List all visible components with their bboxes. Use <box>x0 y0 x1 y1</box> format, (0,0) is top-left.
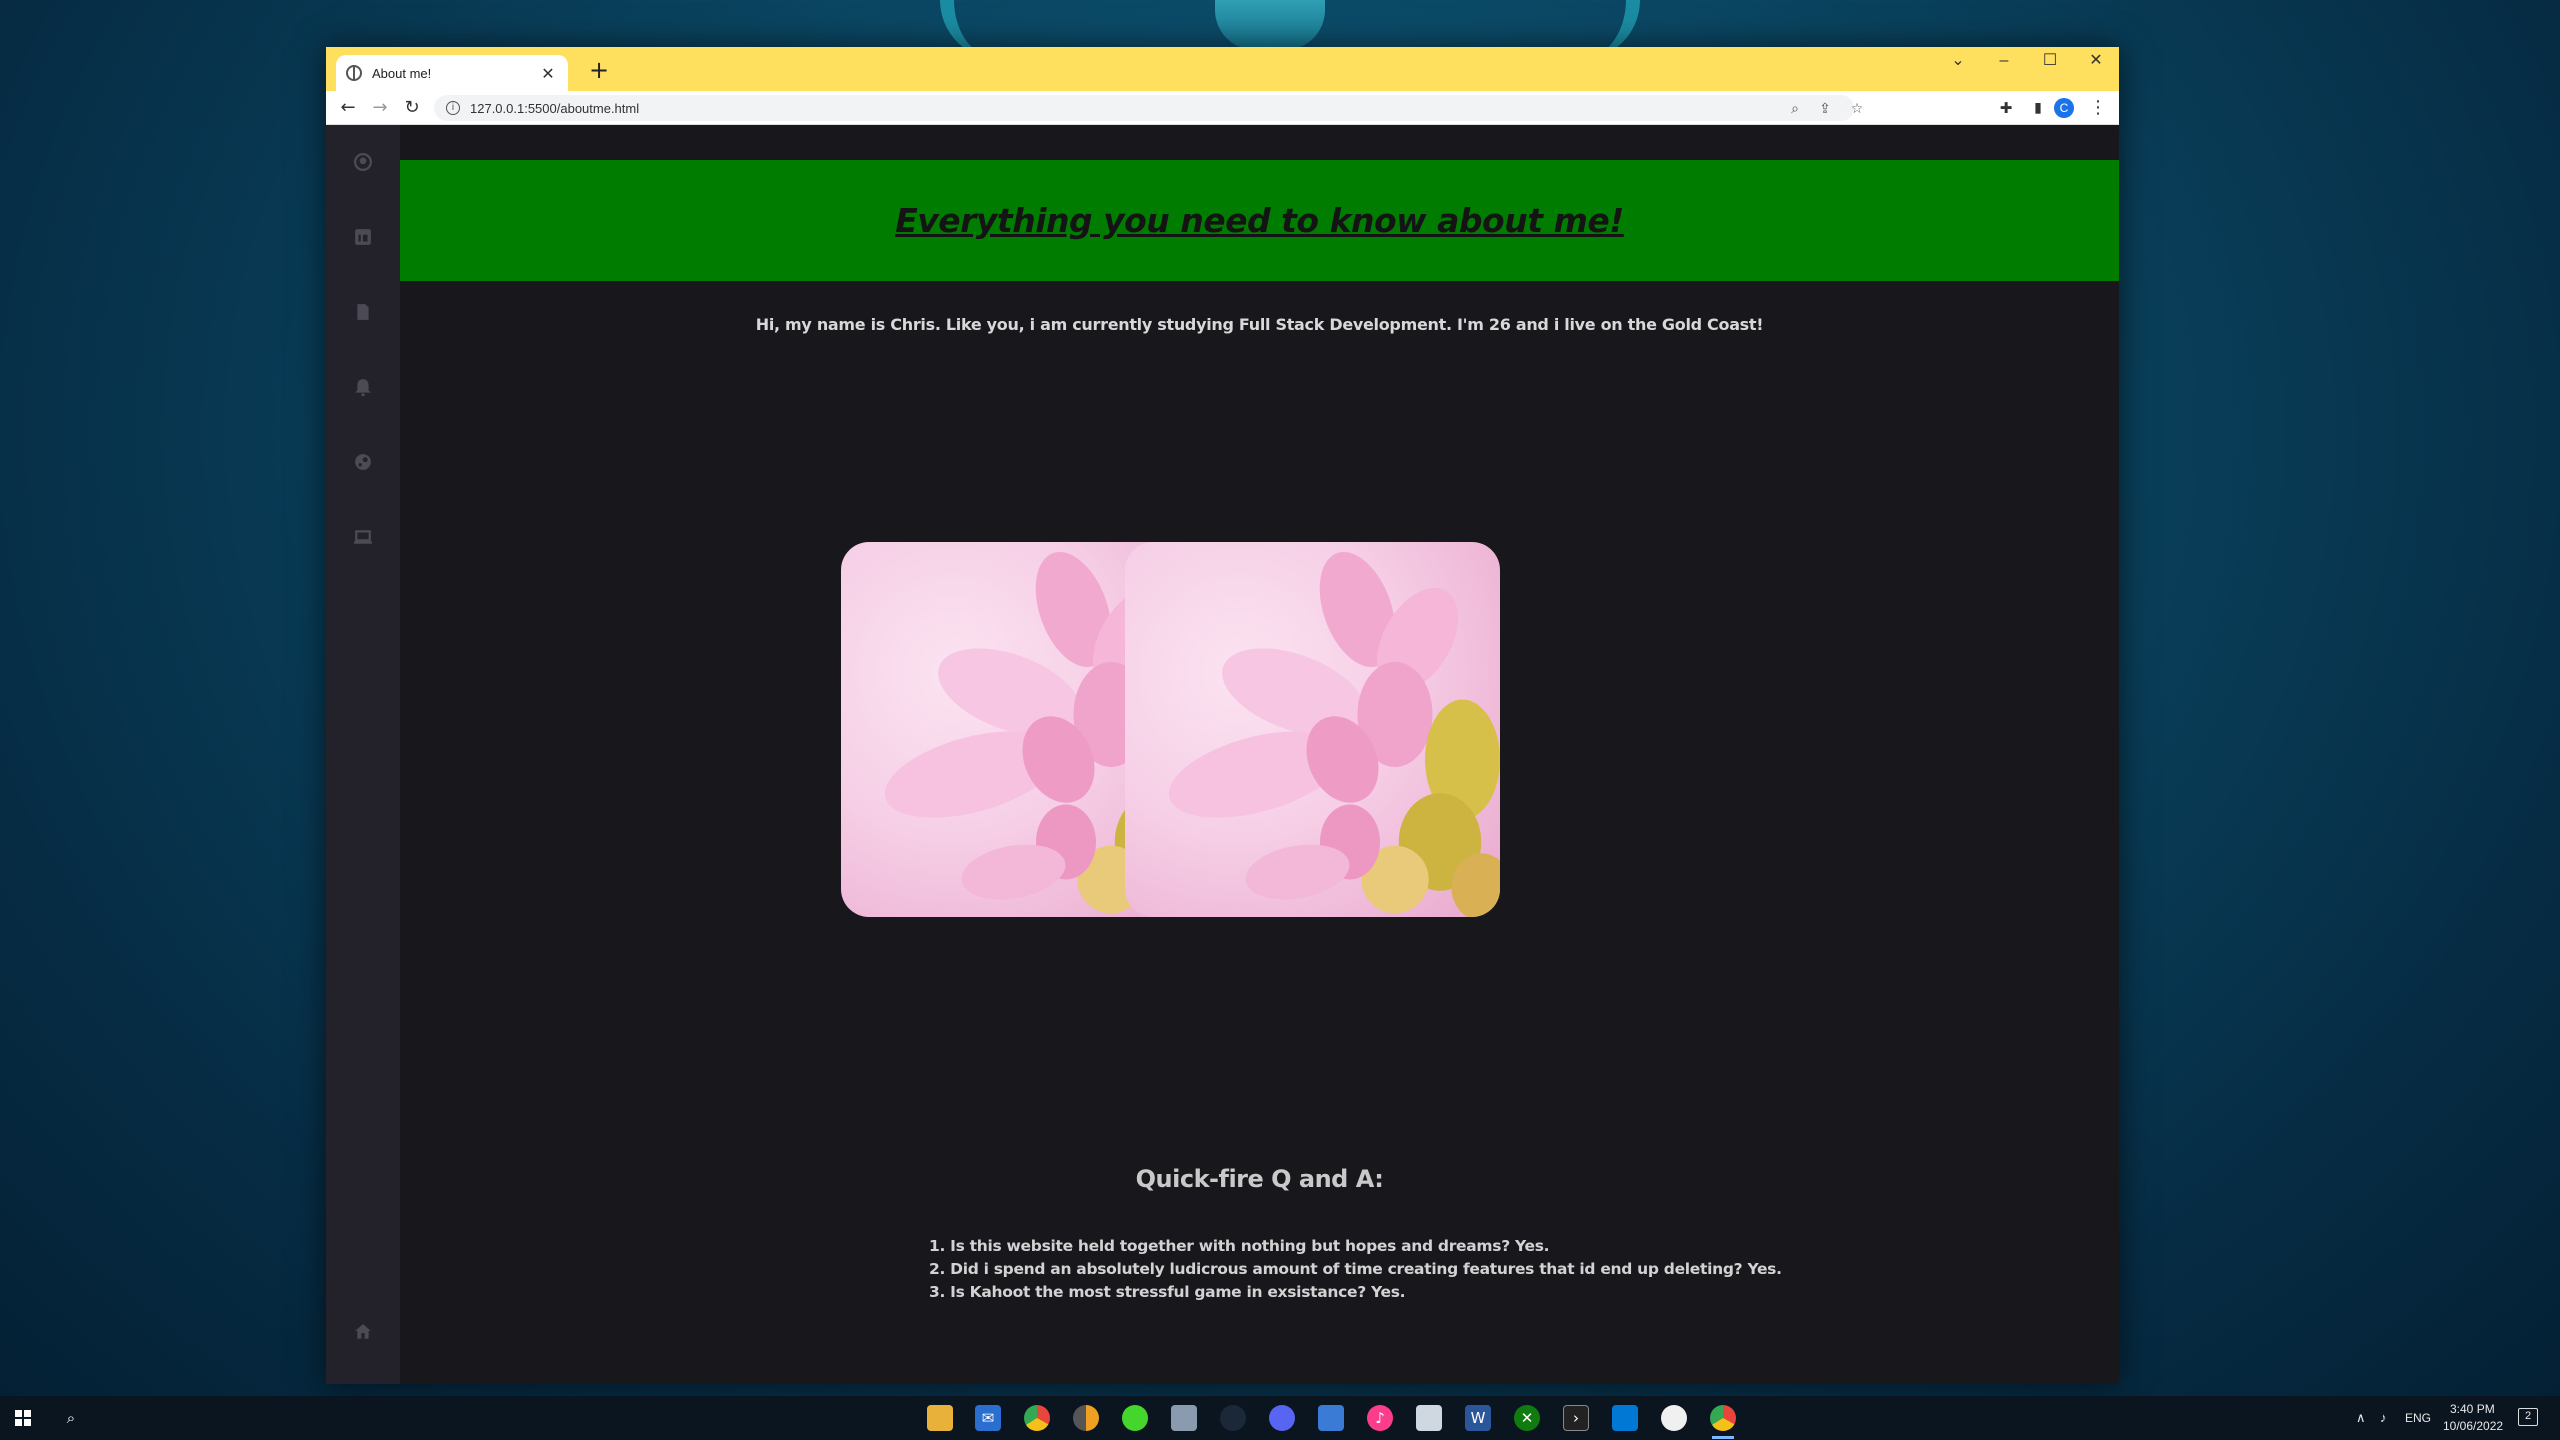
qa-heading: Quick-fire Q and A: <box>1135 1165 1384 1193</box>
side-panel-icon[interactable]: ▮ <box>2024 94 2052 122</box>
browser-window: About me! ✕ + ⌄ – ☐ ✕ ← → ↻ i 127.0.0.1:… <box>326 47 2119 1384</box>
profile-avatar[interactable]: C <box>2054 98 2074 118</box>
tab-title: About me! <box>372 65 432 81</box>
steam-icon[interactable] <box>348 447 378 477</box>
file-explorer-icon[interactable] <box>927 1405 953 1431</box>
chrome-icon[interactable] <box>1024 1405 1050 1431</box>
tab-search-button[interactable]: ⌄ <box>1935 47 1981 77</box>
globe-icon <box>346 65 362 81</box>
flower-image <box>1125 542 1500 917</box>
taskbar: ⌕ ✉ ♪ W ✕ › ∧ ♪ ENG 3:40 PM 10/06/2022 2 <box>0 1396 2560 1440</box>
vscode-icon[interactable] <box>1612 1405 1638 1431</box>
app-icon[interactable] <box>1171 1405 1197 1431</box>
share-icon[interactable]: ⇪ <box>1814 98 1836 120</box>
clock-date[interactable]: 10/06/2022 <box>2443 1419 2503 1433</box>
mail-icon[interactable]: ✉ <box>975 1405 1001 1431</box>
qa-list: 1. Is this website held together with no… <box>929 1235 1782 1304</box>
tab-close-button[interactable]: ✕ <box>538 64 558 83</box>
notification-center-icon[interactable]: 2 <box>2518 1408 2538 1426</box>
zoom-icon[interactable]: ⌕ <box>1784 98 1806 120</box>
github-icon[interactable] <box>348 147 378 177</box>
address-bar[interactable]: i 127.0.0.1:5500/aboutme.html ⌕ ⇪ ☆ <box>434 95 1863 121</box>
new-tab-button[interactable]: + <box>584 55 614 85</box>
page-title: Everything you need to know about me! <box>895 201 1624 240</box>
page-content: Everything you need to know about me! Hi… <box>326 125 2119 1384</box>
document-icon[interactable] <box>348 297 378 327</box>
volume-icon[interactable]: ♪ <box>2380 1410 2387 1425</box>
qa-item: 3. Is Kahoot the most stressful game in … <box>929 1283 1406 1301</box>
language-indicator[interactable]: ENG <box>2405 1411 2431 1425</box>
steam-icon[interactable] <box>1220 1405 1246 1431</box>
sidebar <box>326 125 400 1384</box>
menu-kebab-icon[interactable]: ⋮ <box>2084 94 2112 122</box>
extensions-icon[interactable]: ✚ <box>1992 94 2020 122</box>
back-button[interactable]: ← <box>334 94 362 122</box>
page-banner: Everything you need to know about me! <box>400 160 2119 281</box>
qa-item: 1. Is this website held together with no… <box>929 1237 1550 1255</box>
chrome-active-icon[interactable] <box>1710 1405 1736 1439</box>
word-icon[interactable]: W <box>1465 1405 1491 1431</box>
app-icon[interactable] <box>1661 1405 1687 1431</box>
itunes-icon[interactable]: ♪ <box>1367 1405 1393 1431</box>
discord-icon[interactable] <box>1269 1405 1295 1431</box>
maximize-button[interactable]: ☐ <box>2027 47 2073 77</box>
minimize-button[interactable]: – <box>1981 47 2027 77</box>
forward-button[interactable]: → <box>366 94 394 122</box>
laptop-icon[interactable] <box>348 522 378 552</box>
app-icon[interactable] <box>1318 1405 1344 1431</box>
reload-button[interactable]: ↻ <box>398 94 426 122</box>
chrome-canary-icon[interactable] <box>1073 1405 1099 1431</box>
browser-toolbar: ← → ↻ i 127.0.0.1:5500/aboutme.html ⌕ ⇪ … <box>326 91 2119 125</box>
bookmark-star-icon[interactable]: ☆ <box>1846 98 1868 120</box>
search-icon[interactable]: ⌕ <box>58 1405 84 1431</box>
clock-time[interactable]: 3:40 PM <box>2450 1402 2495 1416</box>
razer-icon[interactable] <box>1122 1405 1148 1431</box>
linkedin-icon[interactable] <box>348 222 378 252</box>
close-window-button[interactable]: ✕ <box>2073 47 2119 77</box>
windows-start-icon[interactable] <box>10 1405 36 1431</box>
intro-text: Hi, my name is Chris. Like you, i am cur… <box>755 315 1764 334</box>
terminal-icon[interactable]: › <box>1563 1405 1589 1431</box>
app-icon[interactable] <box>1416 1405 1442 1431</box>
xbox-icon[interactable]: ✕ <box>1514 1405 1540 1431</box>
bell-icon[interactable] <box>348 372 378 402</box>
browser-tab[interactable]: About me! ✕ <box>336 55 568 91</box>
url-text: 127.0.0.1:5500/aboutme.html <box>470 100 640 116</box>
site-info-icon[interactable]: i <box>446 101 460 115</box>
qa-item: 2. Did i spend an absolutely ludicrous a… <box>929 1260 1782 1278</box>
home-icon[interactable] <box>348 1317 378 1347</box>
tray-expand-icon[interactable]: ∧ <box>2356 1410 2366 1426</box>
browser-titlebar: About me! ✕ + ⌄ – ☐ ✕ <box>326 47 2119 91</box>
